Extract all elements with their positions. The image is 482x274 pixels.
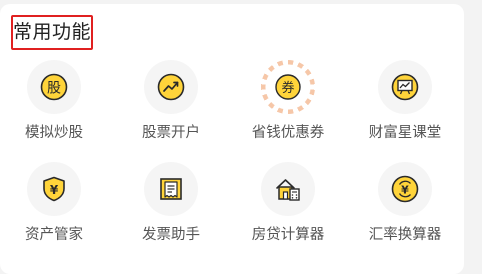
trend-chart-icon [144, 60, 198, 114]
svg-text:¥: ¥ [401, 184, 409, 197]
function-label: 房贷计算器 [251, 227, 325, 243]
function-item-open-account[interactable]: 股票开户 [113, 60, 229, 160]
section-title: 常用功能 [11, 15, 93, 50]
yuan-shield-icon: ¥ [27, 162, 81, 216]
coupon-icon: 券 [261, 60, 315, 114]
svg-text:¥: ¥ [50, 183, 59, 197]
function-label: 财富星课堂 [368, 125, 442, 141]
function-item-mortgage-calculator[interactable]: 房贷计算器 [230, 162, 346, 262]
function-item-invoice-assistant[interactable]: 发票助手 [113, 162, 229, 262]
common-functions-card: 常用功能 股 模拟炒股 股票开户 券 省钱优惠券 财富星课堂 ¥ 资产管家 发票… [0, 4, 464, 274]
house-calculator-icon [261, 162, 315, 216]
function-label: 汇率换算器 [368, 227, 442, 243]
function-item-coupons[interactable]: 券 省钱优惠券 [230, 60, 346, 160]
function-item-exchange-calculator[interactable]: ¥ 汇率换算器 [347, 162, 463, 262]
function-item-asset-manager[interactable]: ¥ 资产管家 [0, 162, 112, 262]
function-label: 股票开户 [142, 125, 200, 141]
function-label: 省钱优惠券 [251, 125, 325, 141]
function-label: 资产管家 [25, 227, 83, 243]
svg-text:券: 券 [281, 80, 294, 96]
stock-coin-icon: 股 [27, 60, 81, 114]
function-label: 模拟炒股 [25, 125, 83, 141]
currency-exchange-icon: ¥ [378, 162, 432, 216]
function-label: 发票助手 [142, 227, 200, 243]
function-item-simulated-trading[interactable]: 股 模拟炒股 [0, 60, 112, 160]
classroom-board-icon [378, 60, 432, 114]
svg-text:股: 股 [47, 81, 61, 97]
function-item-wealth-classroom[interactable]: 财富星课堂 [347, 60, 463, 160]
invoice-receipt-icon [144, 162, 198, 216]
